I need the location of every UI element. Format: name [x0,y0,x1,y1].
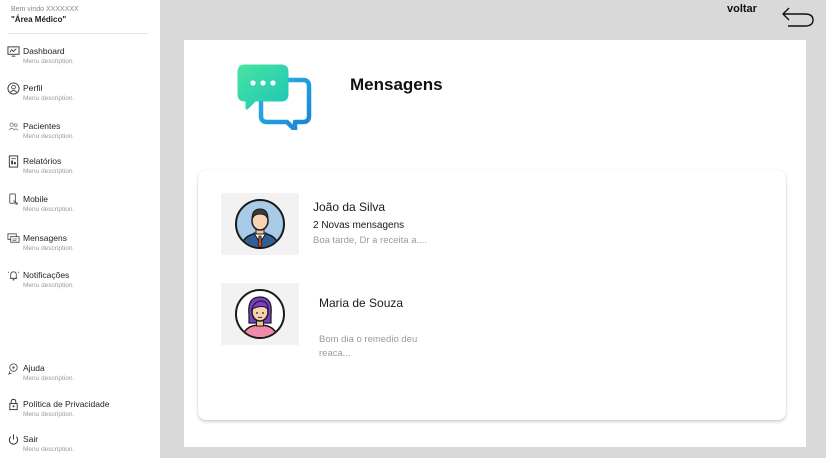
area-title: "Área Médico" [11,15,67,24]
report-icon [6,154,20,168]
sidebar-item-ajuda[interactable]: Ajuda Menu description. [6,361,156,391]
sidebar-item-notificacoes[interactable]: Notificações Menu description. [6,268,156,298]
contact-name: Maria de Souza [319,296,404,310]
lock-icon [6,397,20,411]
sidebar-item-desc: Menu description. [23,206,75,213]
sidebar-item-label: Notificações [23,270,70,280]
male-doctor-avatar [221,193,299,255]
sidebar-item-label: Pacientes [23,121,61,131]
power-icon [6,432,20,446]
sidebar-item-label: Perfil [23,83,43,93]
sidebar-item-label: Relatórios [23,156,62,166]
sidebar-item-desc: Menu description. [23,282,75,289]
sidebar-item-desc: Menu description. [23,95,75,102]
sidebar: Bem vindo XXXXXXX "Área Médico" Dashboar… [0,0,160,458]
messages-panel: Mensagens João da Silva 2 Novas mensagen… [184,40,806,447]
page-title: Mensagens [350,75,443,94]
conversation-item[interactable]: Maria de Souza Bom dia o remedio deu rea… [198,260,786,359]
contact-name: João da Silva [313,200,386,214]
sidebar-item-politica-privacidade[interactable]: Política de Privacidade Menu description… [6,397,156,427]
sidebar-item-pacientes[interactable]: Pacientes Menu description. [6,119,156,149]
sidebar-item-desc: Menu description. [23,375,75,382]
sidebar-item-dashboard[interactable]: Dashboard Menu description. [6,44,156,74]
conversation-item[interactable]: João da Silva 2 Novas mensagens Boa tard… [198,170,786,260]
sidebar-item-desc: Menu description. [23,58,75,65]
sidebar-item-label: Ajuda [23,363,45,373]
people-icon [6,119,20,133]
messages-icon [6,231,20,245]
dashboard-icon [6,44,20,58]
back-link[interactable]: voltar [727,3,757,15]
sidebar-item-label: Sair [23,434,39,444]
conversation-list: João da Silva 2 Novas mensagens Boa tard… [198,170,786,420]
new-messages-count: 2 Novas mensagens [313,220,405,231]
sidebar-item-desc: Menu description. [23,411,75,418]
sidebar-item-desc: Menu description. [23,133,75,140]
divider [8,33,148,34]
sidebar-item-label: Mobile [23,194,49,204]
sidebar-item-desc: Menu description. [23,446,75,453]
welcome-text: Bem vindo XXXXXXX [11,6,79,13]
back-arrow-icon[interactable] [780,5,816,29]
help-icon [6,361,20,375]
message-preview: Bom dia o remedio deu reaca... [319,334,418,359]
mobile-icon [6,192,20,206]
user-icon [6,81,20,95]
chat-bubbles-icon [237,64,313,133]
bell-icon [6,268,20,282]
sidebar-item-label: Política de Privacidade [23,399,110,409]
sidebar-item-mensagens[interactable]: Mensagens Menu description. [6,231,156,261]
sidebar-item-desc: Menu description. [23,168,75,175]
sidebar-item-relatorios[interactable]: Relatórios Menu description. [6,154,156,184]
message-preview: Boa tarde, Dr a receita a.... [313,235,428,246]
sidebar-item-mobile[interactable]: Mobile Menu description. [6,192,156,222]
female-avatar [221,283,299,345]
sidebar-item-label: Dashboard [23,46,65,56]
sidebar-item-sair[interactable]: Sair Menu description. [6,432,156,458]
sidebar-item-label: Mensagens [23,233,67,243]
sidebar-item-perfil[interactable]: Perfil Menu description. [6,81,156,111]
sidebar-item-desc: Menu description. [23,245,75,252]
